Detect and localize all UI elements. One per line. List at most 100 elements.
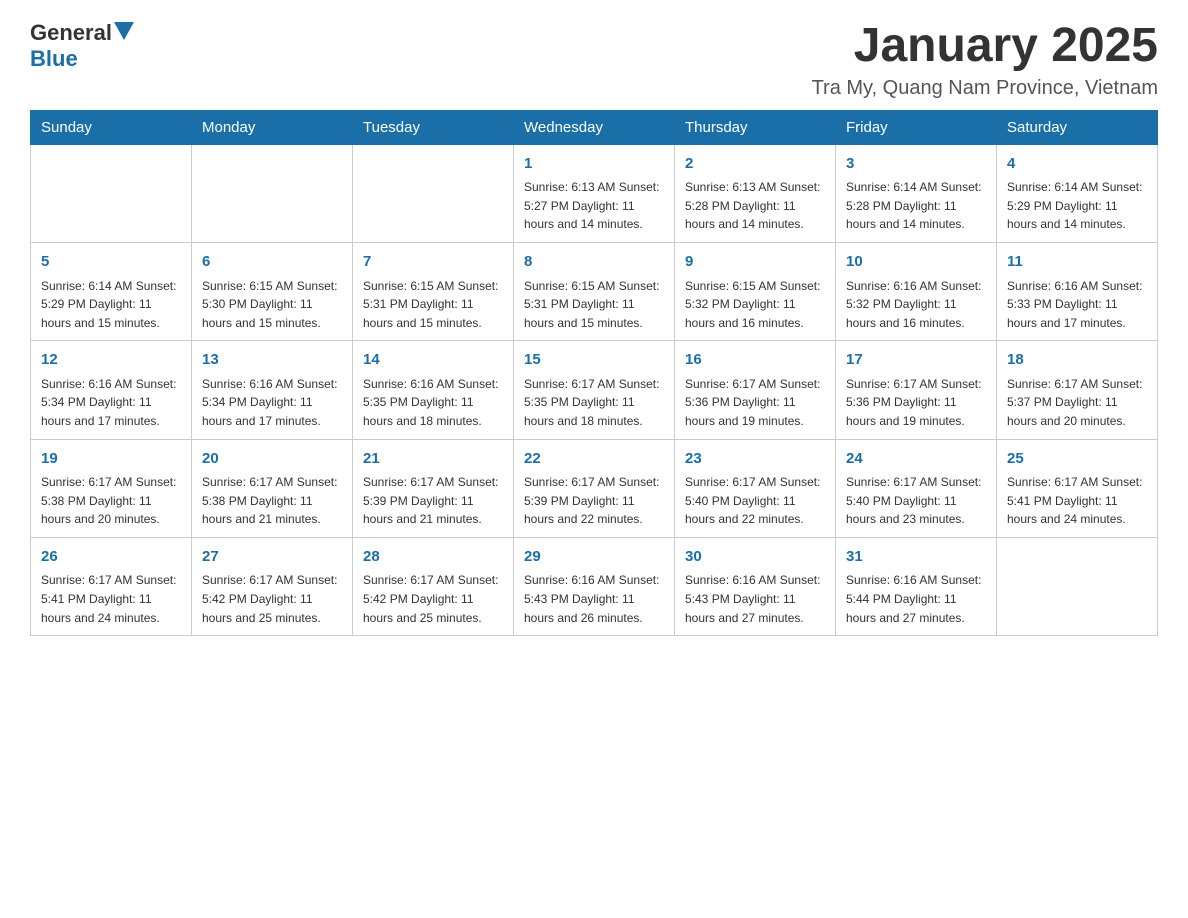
day-number: 25 xyxy=(1007,448,1147,471)
calendar-cell: 10 Sunrise: 6:16 AM Sunset: 5:32 PM Dayli… xyxy=(836,243,997,341)
day-info: Sunrise: 6:14 AM Sunset: 5:29 PM Dayligh… xyxy=(1007,178,1147,234)
day-info: Sunrise: 6:16 AM Sunset: 5:34 PM Dayligh… xyxy=(41,375,181,431)
title-area: January 2025 Tra My, Quang Nam Province,… xyxy=(812,20,1158,100)
day-info: Sunrise: 6:16 AM Sunset: 5:32 PM Dayligh… xyxy=(846,277,986,333)
calendar-cell: 20Sunrise: 6:17 AM Sunset: 5:38 PM Dayli… xyxy=(192,439,353,537)
day-number: 16 xyxy=(685,349,825,372)
calendar-cell: 8Sunrise: 6:15 AM Sunset: 5:31 PM Daylig… xyxy=(514,243,675,341)
calendar-week-row: 12Sunrise: 6:16 AM Sunset: 5:34 PM Dayli… xyxy=(31,341,1158,439)
day-number: 31 xyxy=(846,546,986,569)
day-info: Sunrise: 6:16 AM Sunset: 5:43 PM Dayligh… xyxy=(685,571,825,627)
day-info: Sunrise: 6:17 AM Sunset: 5:39 PM Dayligh… xyxy=(524,473,664,529)
day-info: Sunrise: 6:17 AM Sunset: 5:35 PM Dayligh… xyxy=(524,375,664,431)
day-info: Sunrise: 6:14 AM Sunset: 5:29 PM Dayligh… xyxy=(41,277,181,333)
day-number: 19 xyxy=(41,448,181,471)
day-info: Sunrise: 6:14 AM Sunset: 5:28 PM Dayligh… xyxy=(846,178,986,234)
calendar-cell: 27Sunrise: 6:17 AM Sunset: 5:42 PM Dayli… xyxy=(192,537,353,635)
calendar-header-row: SundayMondayTuesdayWednesdayThursdayFrid… xyxy=(31,110,1158,144)
day-number: 20 xyxy=(202,448,342,471)
page-header: General Blue January 2025 Tra My, Quang … xyxy=(30,20,1158,100)
logo: General Blue xyxy=(30,20,134,72)
day-number: 18 xyxy=(1007,349,1147,372)
calendar-cell: 26Sunrise: 6:17 AM Sunset: 5:41 PM Dayli… xyxy=(31,537,192,635)
calendar-week-row: 5 Sunrise: 6:14 AM Sunset: 5:29 PM Daylig… xyxy=(31,243,1158,341)
calendar-header-friday: Friday xyxy=(836,110,997,144)
calendar-cell: 24Sunrise: 6:17 AM Sunset: 5:40 PM Dayli… xyxy=(836,439,997,537)
day-number: 23 xyxy=(685,448,825,471)
day-number: 15 xyxy=(524,349,664,372)
calendar-cell: 7 Sunrise: 6:15 AM Sunset: 5:31 PM Daylig… xyxy=(353,243,514,341)
calendar-cell: 31Sunrise: 6:16 AM Sunset: 5:44 PM Dayli… xyxy=(836,537,997,635)
calendar-cell xyxy=(353,144,514,242)
day-info: Sunrise: 6:17 AM Sunset: 5:42 PM Dayligh… xyxy=(202,571,342,627)
calendar-header-thursday: Thursday xyxy=(675,110,836,144)
day-number: 26 xyxy=(41,546,181,569)
day-number: 14 xyxy=(363,349,503,372)
day-number: 28 xyxy=(363,546,503,569)
day-info: Sunrise: 6:15 AM Sunset: 5:30 PM Dayligh… xyxy=(202,277,342,333)
calendar-header-tuesday: Tuesday xyxy=(353,110,514,144)
logo-triangle-icon xyxy=(114,22,134,40)
calendar-cell: 16Sunrise: 6:17 AM Sunset: 5:36 PM Dayli… xyxy=(675,341,836,439)
day-number: 4 xyxy=(1007,153,1147,176)
logo-blue-text: Blue xyxy=(30,46,134,72)
day-number: 7 xyxy=(363,251,503,274)
day-number: 29 xyxy=(524,546,664,569)
day-info: Sunrise: 6:15 AM Sunset: 5:31 PM Dayligh… xyxy=(363,277,503,333)
day-info: Sunrise: 6:13 AM Sunset: 5:27 PM Dayligh… xyxy=(524,178,664,234)
calendar-cell: 6 Sunrise: 6:15 AM Sunset: 5:30 PM Daylig… xyxy=(192,243,353,341)
calendar-week-row: 19Sunrise: 6:17 AM Sunset: 5:38 PM Dayli… xyxy=(31,439,1158,537)
day-number: 3 xyxy=(846,153,986,176)
calendar-cell xyxy=(31,144,192,242)
day-info: Sunrise: 6:13 AM Sunset: 5:28 PM Dayligh… xyxy=(685,178,825,234)
calendar-cell: 2Sunrise: 6:13 AM Sunset: 5:28 PM Daylig… xyxy=(675,144,836,242)
day-number: 30 xyxy=(685,546,825,569)
day-number: 9 xyxy=(685,251,825,274)
calendar-cell: 5 Sunrise: 6:14 AM Sunset: 5:29 PM Daylig… xyxy=(31,243,192,341)
calendar-header-monday: Monday xyxy=(192,110,353,144)
calendar-cell: 25Sunrise: 6:17 AM Sunset: 5:41 PM Dayli… xyxy=(997,439,1158,537)
logo-general-text: General xyxy=(30,20,112,46)
calendar-cell: 23Sunrise: 6:17 AM Sunset: 5:40 PM Dayli… xyxy=(675,439,836,537)
calendar-cell xyxy=(192,144,353,242)
calendar-cell: 12Sunrise: 6:16 AM Sunset: 5:34 PM Dayli… xyxy=(31,341,192,439)
calendar-cell: 13 Sunrise: 6:16 AM Sunset: 5:34 PM Dayli… xyxy=(192,341,353,439)
day-info: Sunrise: 6:17 AM Sunset: 5:38 PM Dayligh… xyxy=(41,473,181,529)
day-info: Sunrise: 6:17 AM Sunset: 5:39 PM Dayligh… xyxy=(363,473,503,529)
day-info: Sunrise: 6:16 AM Sunset: 5:44 PM Dayligh… xyxy=(846,571,986,627)
day-info: Sunrise: 6:17 AM Sunset: 5:42 PM Dayligh… xyxy=(363,571,503,627)
calendar-cell: 21Sunrise: 6:17 AM Sunset: 5:39 PM Dayli… xyxy=(353,439,514,537)
day-info: Sunrise: 6:17 AM Sunset: 5:41 PM Dayligh… xyxy=(1007,473,1147,529)
day-info: Sunrise: 6:15 AM Sunset: 5:32 PM Dayligh… xyxy=(685,277,825,333)
day-info: Sunrise: 6:16 AM Sunset: 5:35 PM Dayligh… xyxy=(363,375,503,431)
day-number: 10 xyxy=(846,251,986,274)
day-number: 2 xyxy=(685,153,825,176)
day-number: 13 xyxy=(202,349,342,372)
calendar-cell xyxy=(997,537,1158,635)
day-info: Sunrise: 6:16 AM Sunset: 5:34 PM Dayligh… xyxy=(202,375,342,431)
location-title: Tra My, Quang Nam Province, Vietnam xyxy=(812,77,1158,100)
calendar-week-row: 1Sunrise: 6:13 AM Sunset: 5:27 PM Daylig… xyxy=(31,144,1158,242)
calendar-cell: 30Sunrise: 6:16 AM Sunset: 5:43 PM Dayli… xyxy=(675,537,836,635)
calendar-cell: 17Sunrise: 6:17 AM Sunset: 5:36 PM Dayli… xyxy=(836,341,997,439)
calendar-cell: 18Sunrise: 6:17 AM Sunset: 5:37 PM Dayli… xyxy=(997,341,1158,439)
month-title: January 2025 xyxy=(812,20,1158,73)
day-info: Sunrise: 6:17 AM Sunset: 5:40 PM Dayligh… xyxy=(685,473,825,529)
calendar-header-wednesday: Wednesday xyxy=(514,110,675,144)
calendar-header-sunday: Sunday xyxy=(31,110,192,144)
calendar-cell: 22Sunrise: 6:17 AM Sunset: 5:39 PM Dayli… xyxy=(514,439,675,537)
day-number: 24 xyxy=(846,448,986,471)
calendar-cell: 9 Sunrise: 6:15 AM Sunset: 5:32 PM Daylig… xyxy=(675,243,836,341)
day-number: 6 xyxy=(202,251,342,274)
calendar-cell: 28Sunrise: 6:17 AM Sunset: 5:42 PM Dayli… xyxy=(353,537,514,635)
day-info: Sunrise: 6:17 AM Sunset: 5:36 PM Dayligh… xyxy=(846,375,986,431)
calendar-cell: 14 Sunrise: 6:16 AM Sunset: 5:35 PM Dayli… xyxy=(353,341,514,439)
calendar-cell: 15 Sunrise: 6:17 AM Sunset: 5:35 PM Dayli… xyxy=(514,341,675,439)
day-number: 27 xyxy=(202,546,342,569)
calendar-cell: 4Sunrise: 6:14 AM Sunset: 5:29 PM Daylig… xyxy=(997,144,1158,242)
day-number: 8 xyxy=(524,251,664,274)
day-number: 11 xyxy=(1007,251,1147,274)
calendar-cell: 3Sunrise: 6:14 AM Sunset: 5:28 PM Daylig… xyxy=(836,144,997,242)
day-number: 5 xyxy=(41,251,181,274)
calendar-cell: 29Sunrise: 6:16 AM Sunset: 5:43 PM Dayli… xyxy=(514,537,675,635)
